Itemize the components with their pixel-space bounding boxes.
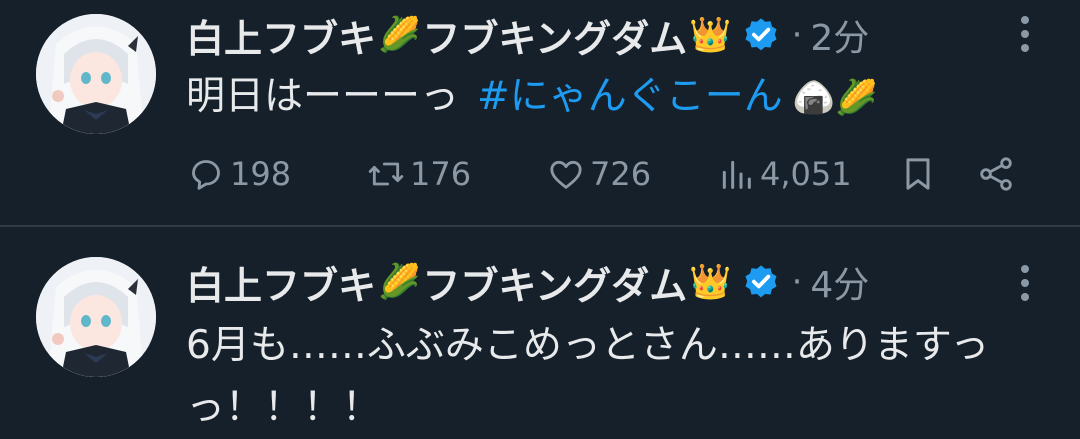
like-button[interactable]: 726 bbox=[546, 148, 651, 200]
reply-icon bbox=[192, 160, 220, 190]
tweet-text: 6月も……ふぶみこめっとさん……ありますっ っ！！！！ bbox=[186, 315, 989, 439]
views-icon bbox=[722, 160, 751, 189]
tweet-text-line-1: 6月も……ふぶみこめっとさん……ありますっ bbox=[186, 323, 990, 368]
verified-badge-icon bbox=[745, 265, 777, 298]
avatar-image bbox=[36, 257, 156, 377]
tweet-text-main: 明日はーーーっ bbox=[186, 74, 460, 119]
tweet-1[interactable]: 白上フブキ 🌽 フブキングダム 👑 · 2分 明日はーーーっ #にゃんぐこーん 🍙🌽… bbox=[0, 0, 1080, 225]
separator-dot: · bbox=[791, 262, 803, 302]
author-name-suffix[interactable]: フブキングダム bbox=[422, 255, 687, 310]
tweet-2[interactable]: 白上フブキ 🌽 フブキングダム 👑 · 4分 6月も……ふぶみこめっとさん……あ… bbox=[0, 227, 1080, 430]
like-icon bbox=[550, 160, 582, 189]
tweet-header: 白上フブキ 🌽 フブキングダム 👑 · 4分 bbox=[186, 255, 869, 310]
views-button[interactable]: 4,051 bbox=[716, 148, 852, 200]
separator-dot: · bbox=[791, 15, 803, 55]
more-options-icon[interactable] bbox=[1018, 263, 1032, 303]
avatar[interactable] bbox=[36, 257, 156, 377]
timestamp[interactable]: 4分 bbox=[810, 256, 869, 308]
bookmark-icon bbox=[906, 158, 930, 190]
retweet-icon bbox=[368, 162, 404, 186]
riceball-corn-emoji: 🍙🌽 bbox=[792, 78, 878, 118]
views-count: 4,051 bbox=[760, 155, 852, 193]
crown-emoji: 👑 bbox=[689, 15, 732, 55]
bookmark-button[interactable] bbox=[898, 148, 942, 200]
like-count: 726 bbox=[590, 155, 652, 193]
reply-count: 198 bbox=[230, 155, 292, 193]
avatar[interactable] bbox=[36, 14, 156, 134]
more-options-icon[interactable] bbox=[1018, 14, 1032, 54]
corn-emoji: 🌽 bbox=[378, 262, 421, 302]
crown-emoji: 👑 bbox=[689, 262, 732, 302]
tweet-text-line-2: っ！！！！ bbox=[186, 385, 382, 430]
author-name-suffix[interactable]: フブキングダム bbox=[422, 8, 687, 63]
corn-emoji: 🌽 bbox=[378, 15, 421, 55]
timestamp[interactable]: 2分 bbox=[810, 9, 869, 61]
share-icon bbox=[980, 157, 1012, 191]
author-name[interactable]: 白上フブキ bbox=[186, 8, 376, 63]
reply-button[interactable]: 198 bbox=[186, 148, 291, 200]
hashtag-link[interactable]: #にゃんぐこーん bbox=[477, 74, 783, 119]
tweet-text: 明日はーーーっ #にゃんぐこーん 🍙🌽 bbox=[186, 66, 877, 129]
avatar-image bbox=[36, 14, 156, 134]
author-name[interactable]: 白上フブキ bbox=[186, 255, 376, 310]
tweet-header: 白上フブキ 🌽 フブキングダム 👑 · 2分 bbox=[186, 8, 869, 63]
share-button[interactable] bbox=[976, 148, 1020, 200]
tweet-actions: 198 176 726 4,051 bbox=[186, 148, 1036, 200]
verified-badge-icon bbox=[745, 18, 777, 51]
retweet-button[interactable]: 176 bbox=[366, 148, 471, 200]
retweet-count: 176 bbox=[410, 155, 472, 193]
